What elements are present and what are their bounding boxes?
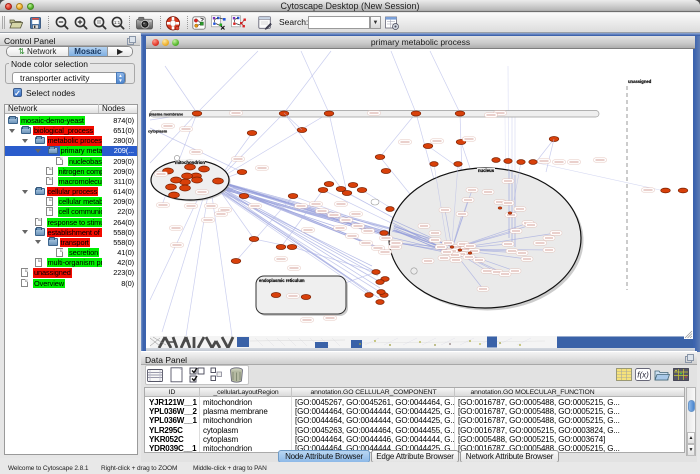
- svg-text:cytoplasm: cytoplasm: [148, 129, 168, 134]
- svg-text:unassigned: unassigned: [628, 79, 652, 84]
- svg-text:plasma membrane: plasma membrane: [149, 112, 184, 117]
- svg-text:1:1: 1:1: [114, 20, 121, 25]
- svg-text:endoplasmic reticulum: endoplasmic reticulum: [259, 278, 305, 283]
- svg-text:f(x): f(x): [637, 371, 649, 380]
- svg-text:nucleus: nucleus: [478, 168, 495, 173]
